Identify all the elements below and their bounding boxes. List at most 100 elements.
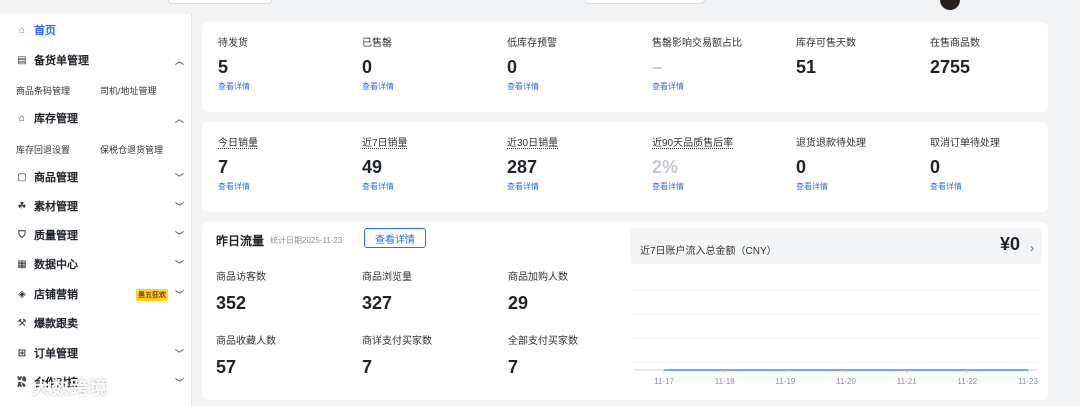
sidebar-item-label: 质量管理 bbox=[34, 230, 78, 242]
stat-value: 29 bbox=[508, 293, 529, 313]
sidebar-subitem-driver-address[interactable]: 司机/地址管理 bbox=[100, 84, 157, 97]
chart-x-tick-label: 11-18 bbox=[715, 377, 735, 386]
chevron-down-icon: ﹀ bbox=[174, 201, 184, 212]
account-inflow-title: 近7日账户流入总金额（CNY） bbox=[640, 246, 777, 257]
stat-favorite-users: 商品收藏人数 57 bbox=[216, 332, 276, 378]
top-search-box[interactable] bbox=[168, 0, 272, 4]
promo-badge: 黑五狂欢 bbox=[136, 289, 168, 301]
stat-product-pageviews: 商品浏览量 327 bbox=[362, 268, 412, 314]
sidebar-item-stock-order[interactable]: ▤ 备货单管理 ︿ bbox=[0, 48, 192, 72]
traffic-view-details-button[interactable]: 查看详情 bbox=[364, 228, 426, 248]
stat-value: 5 bbox=[218, 57, 229, 77]
sidebar-item-hot-follow[interactable]: ⚒ 爆款跟卖 bbox=[0, 311, 192, 335]
sidebar-item-orders[interactable]: ⊞ 订单管理 ﹀ bbox=[0, 341, 192, 365]
chart-x-tick-label: 11-20 bbox=[836, 377, 856, 386]
sidebar: ⌂ 首页 ▤ 备货单管理 ︿ 商品条码管理 司机/地址管理 ⌂ 库存管理 ︿ 库… bbox=[0, 14, 192, 406]
sidebar-item-data-center[interactable]: ▦ 数据中心 ﹀ bbox=[0, 252, 192, 276]
chevron-down-icon: ﹀ bbox=[174, 259, 184, 270]
stat-value: 0 bbox=[362, 57, 373, 77]
view-details-link[interactable]: 查看详情 bbox=[652, 181, 733, 192]
chart-x-tick-label: 11-22 bbox=[957, 377, 977, 386]
sidebar-item-products[interactable]: ▢ 商品管理 ﹀ bbox=[0, 165, 192, 189]
account-inflow-chart: 11-17 11-18 11-19 11-20 11-21 11-22 11-23 bbox=[634, 289, 1038, 386]
stat-label: 低库存预警 bbox=[507, 38, 557, 49]
chevron-right-icon: › bbox=[1030, 241, 1034, 255]
stat-products-on-sale: 在售商品数 2755 bbox=[930, 34, 980, 78]
chevron-down-icon: ﹀ bbox=[174, 289, 184, 300]
sales-overview-card: 今日销量 7 查看详情 近7日销量 49 查看详情 近30日销量 287 查看详… bbox=[202, 122, 1048, 212]
stat-value: 0 bbox=[930, 157, 941, 177]
sidebar-item-marketing[interactable]: ◈ 店铺营销 黑五狂欢 ﹀ bbox=[0, 282, 192, 306]
stat-value: 0 bbox=[796, 157, 807, 177]
view-details-link[interactable]: 查看详情 bbox=[930, 181, 1000, 192]
stat-label: 商品访客数 bbox=[216, 272, 266, 283]
stat-label: 今日销量 bbox=[218, 138, 258, 149]
shield-icon: ⛉ bbox=[18, 229, 26, 241]
stat-label: 商品浏览量 bbox=[362, 272, 412, 283]
stat-7day-sales: 近7日销量 49 查看详情 bbox=[362, 134, 408, 192]
stat-value: 352 bbox=[216, 293, 247, 313]
account-inflow-box[interactable]: 近7日账户流入总金额（CNY） ¥0 › bbox=[630, 228, 1042, 264]
stat-sold-out: 已售罄 0 查看详情 bbox=[362, 34, 394, 92]
watermark-text: 大数跨境 bbox=[32, 378, 108, 398]
sidebar-item-label: 库存管理 bbox=[34, 113, 78, 125]
stat-cancel-order-pending: 取消订单待处理 0 查看详情 bbox=[930, 134, 1000, 192]
top-store-selector[interactable] bbox=[585, 0, 705, 4]
view-details-link[interactable]: 查看详情 bbox=[796, 181, 866, 192]
stat-label: 近30日销量 bbox=[507, 138, 559, 149]
stat-value: 57 bbox=[216, 357, 237, 377]
account-inflow-amount: ¥0 bbox=[999, 234, 1020, 254]
stat-value: 287 bbox=[507, 157, 538, 177]
sidebar-subitem-stock-return[interactable]: 库存回退设置 bbox=[16, 143, 70, 156]
stat-value: 49 bbox=[362, 157, 383, 177]
chart-x-tick-label: 11-21 bbox=[897, 377, 917, 386]
view-details-link[interactable]: 查看详情 bbox=[507, 181, 558, 192]
stat-label: 取消订单待处理 bbox=[930, 138, 1000, 149]
traffic-title: 昨日流量 bbox=[216, 234, 265, 248]
stat-soldout-gmv-share: 售罄影响交易额占比 – 查看详情 bbox=[652, 34, 742, 92]
sidebar-item-inventory[interactable]: ⌂ 库存管理 ︿ bbox=[0, 106, 192, 130]
hammer-icon: ⚒ bbox=[17, 317, 27, 329]
view-details-link[interactable]: 查看详情 bbox=[218, 181, 258, 192]
home-icon: ⌂ bbox=[18, 24, 26, 36]
chevron-up-icon: ︿ bbox=[174, 113, 184, 124]
stat-value: 2% bbox=[652, 157, 679, 177]
stat-value: 7 bbox=[362, 357, 373, 377]
stat-label: 库存可售天数 bbox=[796, 38, 856, 49]
avatar[interactable] bbox=[940, 0, 960, 10]
chart-x-tick-label: 11-19 bbox=[775, 377, 795, 386]
traffic-stat-date: 统计日期2025-11-23 bbox=[270, 236, 343, 245]
view-details-link[interactable]: 查看详情 bbox=[507, 81, 557, 92]
stat-return-refund-pending: 退货退款待处理 0 查看详情 bbox=[796, 134, 866, 192]
view-details-link[interactable]: 查看详情 bbox=[652, 81, 742, 92]
sidebar-subitem-barcode[interactable]: 商品条码管理 bbox=[16, 84, 70, 97]
sidebar-item-label: 订单管理 bbox=[34, 348, 78, 360]
chart-x-tick-label: 11-17 bbox=[654, 377, 674, 386]
view-details-link[interactable]: 查看详情 bbox=[362, 181, 408, 192]
sidebar-subitem-bonded-return[interactable]: 保税仓退货管理 bbox=[100, 143, 163, 156]
chevron-down-icon: ﹀ bbox=[174, 348, 184, 359]
sidebar-item-home[interactable]: ⌂ 首页 bbox=[0, 18, 192, 42]
stat-all-paying-buyers: 全部支付买家数 7 bbox=[508, 332, 578, 378]
view-details-link[interactable]: 查看详情 bbox=[218, 81, 250, 92]
stat-label: 商品加购人数 bbox=[508, 272, 568, 283]
view-details-link[interactable]: 查看详情 bbox=[362, 81, 394, 92]
stat-add-to-cart-users: 商品加购人数 29 bbox=[508, 268, 568, 314]
sidebar-item-label: 店铺营销 bbox=[34, 289, 78, 301]
stat-pending-shipment: 待发货 5 查看详情 bbox=[218, 34, 250, 92]
sidebar-item-label: 爆款跟卖 bbox=[34, 318, 78, 330]
stat-label: 退货退款待处理 bbox=[796, 138, 866, 149]
stat-label: 商品收藏人数 bbox=[216, 336, 276, 347]
stat-value: 2755 bbox=[930, 57, 971, 77]
sidebar-item-materials[interactable]: ☘ 素材管理 ﹀ bbox=[0, 194, 192, 218]
stat-today-sales: 今日销量 7 查看详情 bbox=[218, 134, 258, 192]
sidebar-item-label: 备货单管理 bbox=[34, 55, 89, 67]
stat-product-visitors: 商品访客数 352 bbox=[216, 268, 266, 314]
stat-low-stock: 低库存预警 0 查看详情 bbox=[507, 34, 557, 92]
chevron-down-icon: ﹀ bbox=[174, 377, 184, 388]
box-icon: ▢ bbox=[17, 171, 27, 183]
stat-30day-sales: 近30日销量 287 查看详情 bbox=[507, 134, 558, 192]
stat-label: 已售罄 bbox=[362, 38, 392, 49]
sidebar-item-quality[interactable]: ⛉ 质量管理 ﹀ bbox=[0, 223, 192, 247]
stat-stock-sellable-days: 库存可售天数 51 bbox=[796, 34, 856, 78]
